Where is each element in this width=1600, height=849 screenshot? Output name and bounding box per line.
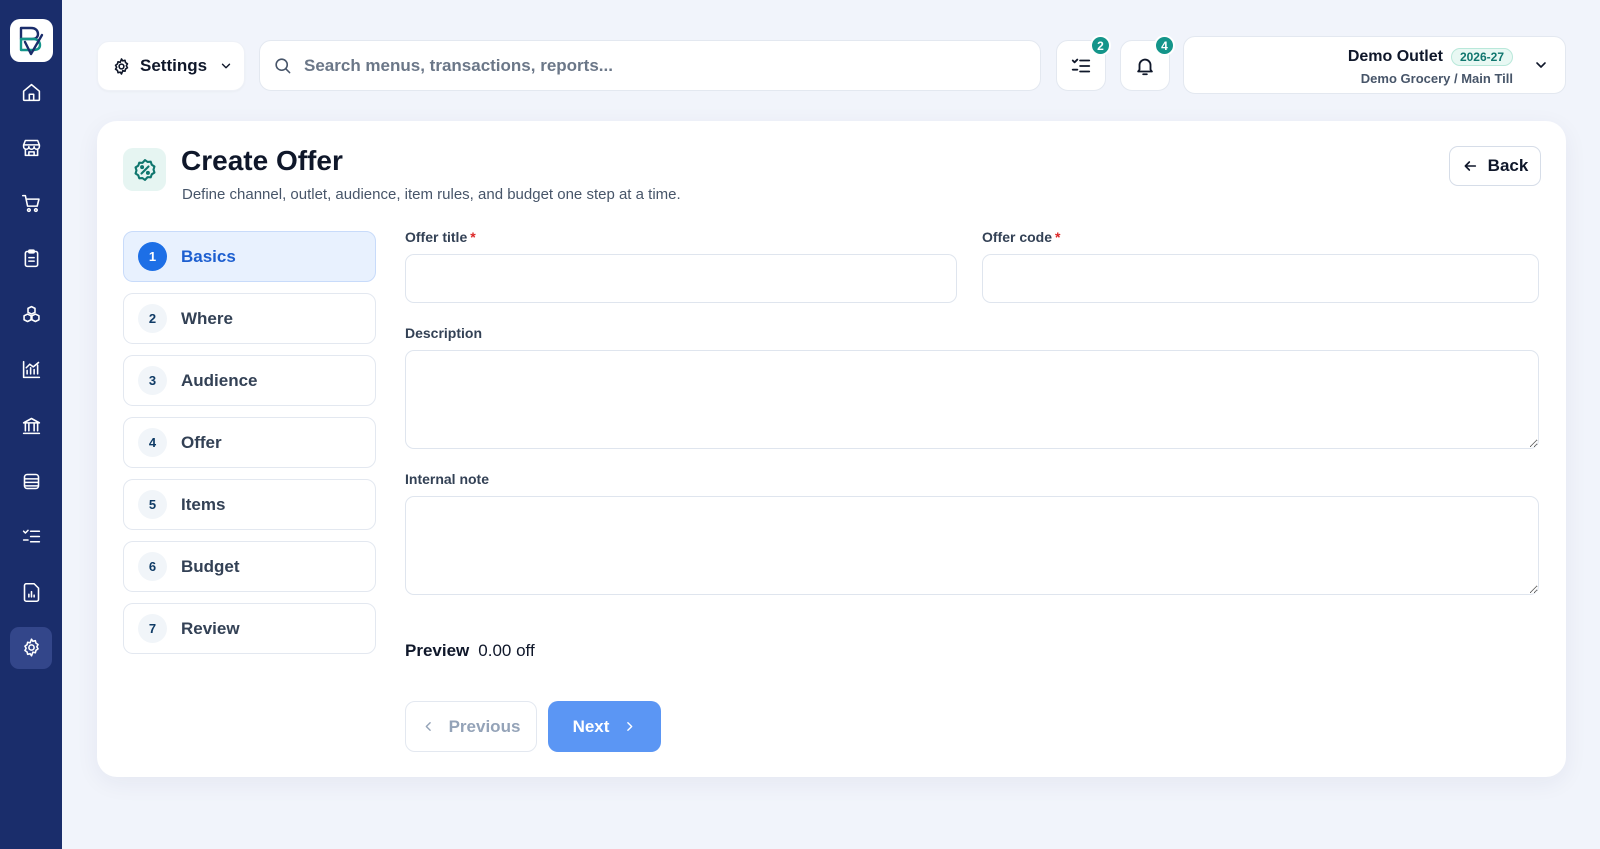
- step-number: 4: [138, 428, 167, 457]
- notifications-count-badge: 4: [1154, 35, 1175, 56]
- sidebar-item-inventory[interactable]: [10, 293, 52, 335]
- step-number: 1: [138, 242, 167, 271]
- store-icon: [22, 139, 40, 157]
- notifications-button[interactable]: 4: [1120, 35, 1175, 91]
- sidebar-item-reports[interactable]: [10, 571, 52, 613]
- step-number: 5: [138, 490, 167, 519]
- brand-logo-icon[interactable]: [9, 19, 53, 62]
- sidebar-item-tasks[interactable]: [10, 516, 52, 558]
- chevron-down-icon: [221, 63, 231, 69]
- step-review[interactable]: 7 Review: [123, 603, 376, 654]
- offer-title-label-text: Offer title: [405, 229, 468, 245]
- global-search: [259, 40, 1041, 91]
- required-mark: *: [470, 229, 476, 245]
- step-number: 3: [138, 366, 167, 395]
- back-button-label: Back: [1487, 156, 1529, 175]
- checklist-icon: [1071, 58, 1091, 72]
- create-offer-card: Create Offer Define channel, outlet, aud…: [97, 121, 1566, 777]
- offer-badge-icon: [123, 148, 166, 191]
- bank-icon: [22, 417, 40, 435]
- step-number: 2: [138, 304, 167, 333]
- sidebar-item-storage[interactable]: [10, 460, 52, 502]
- internal-note-label: Internal note: [405, 471, 490, 487]
- outlet-switcher[interactable]: Demo Outlet 2026-27 Demo Grocery / Main …: [1183, 36, 1566, 94]
- offer-title-input[interactable]: [405, 254, 957, 303]
- chevron-right-icon: [627, 722, 633, 731]
- preview-label: Preview: [405, 641, 470, 660]
- required-mark: *: [1055, 229, 1061, 245]
- sidebar-item-cart[interactable]: [10, 182, 52, 224]
- preview-value: 0.00 off: [478, 641, 535, 660]
- step-number: 7: [138, 614, 167, 643]
- search-input[interactable]: [304, 55, 1004, 76]
- search-icon: [275, 58, 291, 74]
- step-label: Review: [181, 618, 240, 638]
- outlet-subtitle: Demo Grocery / Main Till: [1360, 71, 1513, 86]
- cart-icon: [21, 194, 40, 212]
- fiscal-year-badge: 2026-27: [1450, 48, 1513, 66]
- step-label: Basics: [181, 246, 236, 266]
- boxes-icon: [22, 305, 40, 323]
- step-audience[interactable]: 3 Audience: [123, 355, 376, 406]
- tasks-count-badge: 2: [1090, 35, 1111, 56]
- internal-note-textarea[interactable]: [405, 496, 1539, 595]
- page-subtitle: Define channel, outlet, audience, item r…: [182, 186, 681, 203]
- next-button-label: Next: [572, 716, 610, 736]
- back-button[interactable]: Back: [1449, 146, 1541, 186]
- step-number: 6: [138, 552, 167, 581]
- sidebar-item-store[interactable]: [10, 127, 52, 169]
- step-label: Where: [181, 308, 233, 328]
- clipboard-icon: [24, 249, 38, 268]
- step-basics[interactable]: 1 Basics: [123, 231, 376, 282]
- description-label: Description: [405, 325, 483, 341]
- sidebar-item-banking[interactable]: [10, 405, 52, 447]
- chart-icon: [22, 361, 40, 379]
- description-textarea[interactable]: [405, 350, 1539, 449]
- gear-icon: [114, 57, 129, 75]
- outlet-name: Demo Outlet: [1347, 48, 1443, 65]
- settings-menu-button[interactable]: Settings: [97, 41, 245, 91]
- outlet-name-row: Demo Outlet 2026-27: [1348, 48, 1513, 66]
- offer-code-label: Offer code *: [982, 229, 1060, 245]
- step-offer[interactable]: 4 Offer: [123, 417, 376, 468]
- chevron-down-icon: [1536, 62, 1546, 68]
- tasks-button[interactable]: 2: [1056, 35, 1111, 91]
- offer-code-input[interactable]: [982, 254, 1539, 303]
- step-items[interactable]: 5 Items: [123, 479, 376, 530]
- chevron-left-icon: [425, 722, 431, 731]
- sidebar-item-analytics[interactable]: [10, 349, 52, 391]
- next-button[interactable]: Next: [548, 701, 661, 752]
- offer-title-label: Offer title *: [405, 229, 476, 245]
- offer-preview: Preview 0.00 off: [405, 641, 535, 661]
- database-icon: [23, 473, 39, 489]
- step-label: Budget: [181, 556, 240, 576]
- sidebar-item-home[interactable]: [10, 71, 52, 113]
- page-title: Create Offer: [181, 145, 343, 176]
- step-where[interactable]: 2 Where: [123, 293, 376, 344]
- step-label: Items: [181, 494, 226, 514]
- sidebar-item-orders[interactable]: [10, 238, 52, 280]
- step-label: Offer: [181, 432, 222, 452]
- gear-icon: [23, 638, 39, 658]
- home-icon: [22, 83, 40, 101]
- sidebar: [0, 0, 62, 849]
- settings-menu-label: Settings: [140, 56, 208, 75]
- step-budget[interactable]: 6 Budget: [123, 541, 376, 592]
- arrow-left-icon: [1464, 161, 1476, 171]
- step-label: Audience: [181, 370, 258, 390]
- offer-code-label-text: Offer code: [982, 229, 1053, 245]
- wizard-steps: 1 Basics 2 Where 3 Audience 4 Offer 5 It…: [123, 231, 376, 665]
- sidebar-nav: [10, 71, 52, 683]
- bell-icon: [1137, 58, 1153, 75]
- checklist-icon: [22, 529, 40, 543]
- previous-button[interactable]: Previous: [405, 701, 537, 752]
- previous-button-label: Previous: [448, 716, 521, 736]
- sidebar-item-settings[interactable]: [10, 626, 52, 669]
- report-icon: [23, 582, 39, 602]
